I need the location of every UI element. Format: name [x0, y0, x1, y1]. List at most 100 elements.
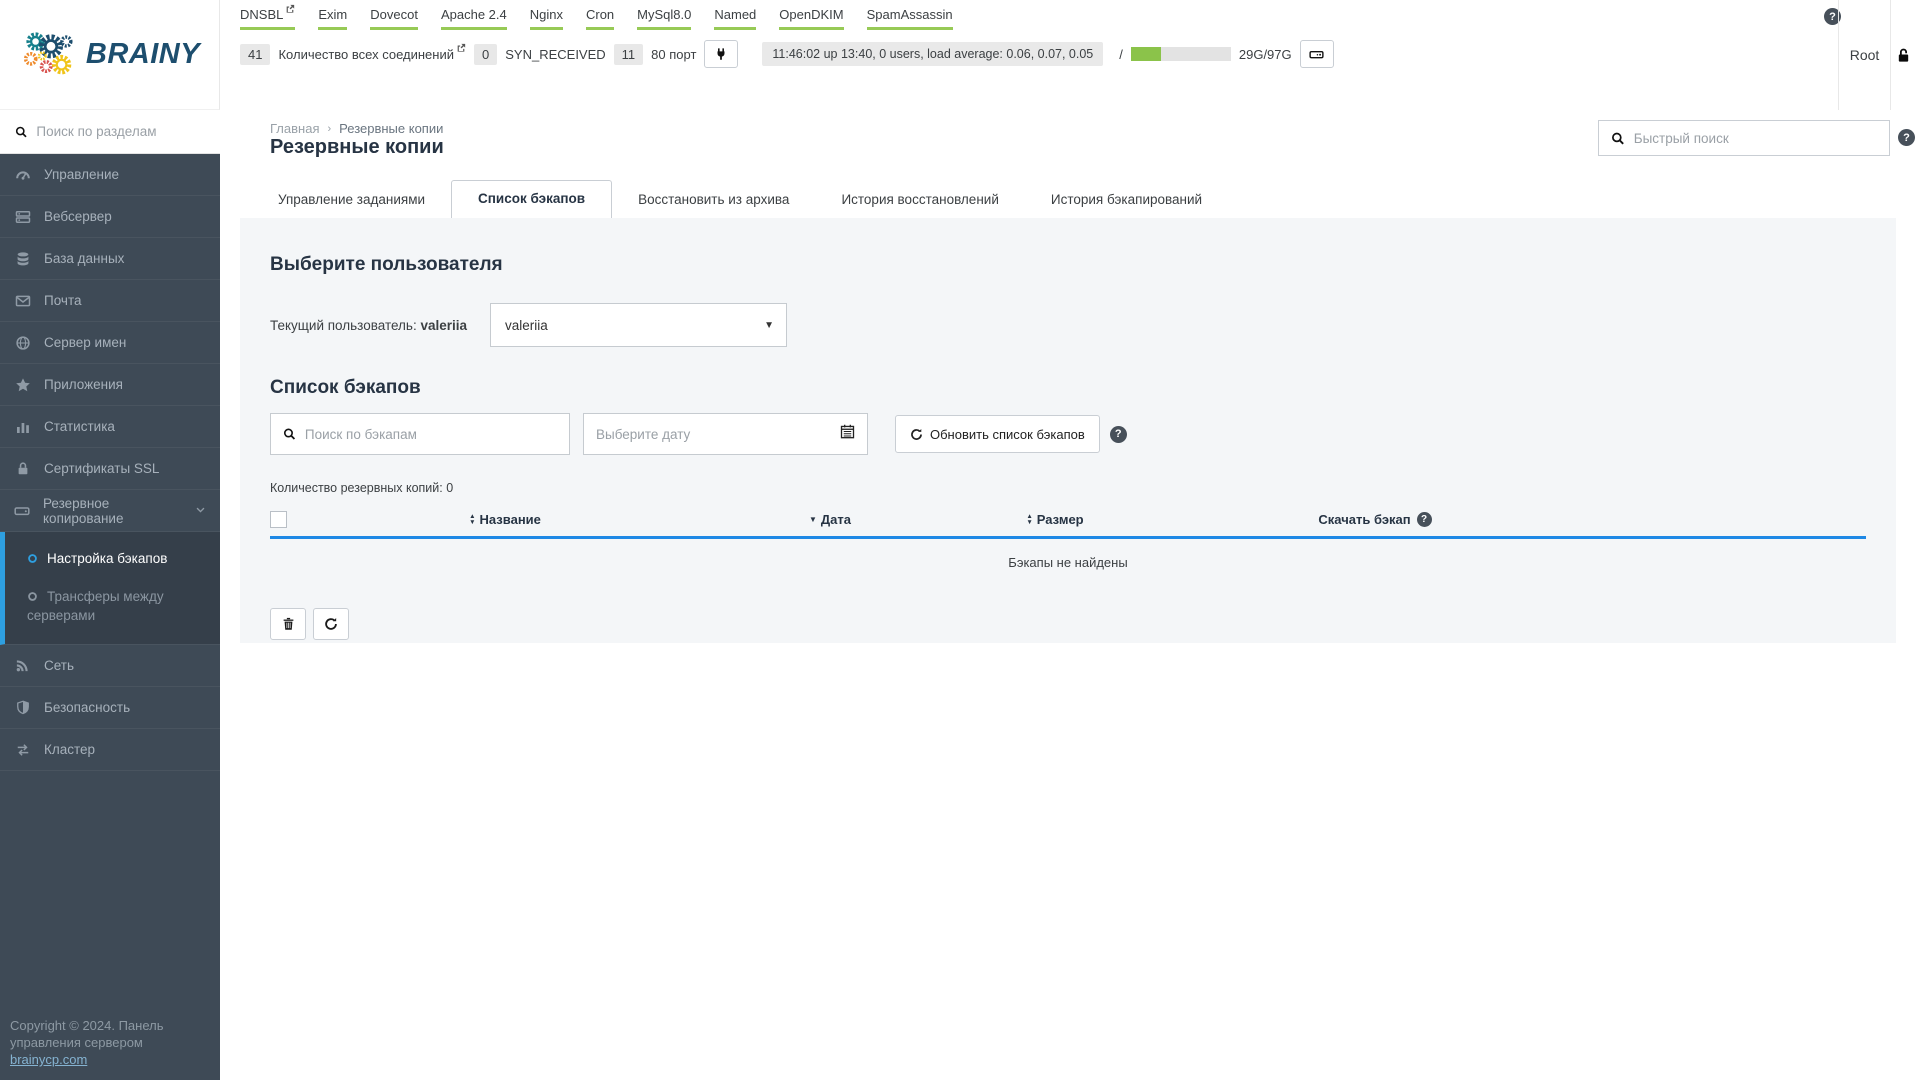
current-user-row: Текущий пользователь: valeriia valeriia … [270, 303, 1866, 347]
select-user-heading: Выберите пользователя [270, 254, 1866, 276]
syn-label: SYN_RECEIVED [505, 47, 605, 62]
circle-bullet-icon [27, 551, 38, 569]
sidebar-footer: Copyright © 2024. Панель управления серв… [10, 1017, 210, 1068]
column-header-name[interactable]: ▲▼ Название [310, 512, 700, 527]
sort-icon: ▲▼ [469, 514, 475, 525]
uptime-status: 11:46:02 up 13:40, 0 users, load average… [762, 42, 1103, 66]
sidebar-item-webserver[interactable]: Вебсервер [0, 196, 220, 238]
service-link-cron[interactable]: Cron [586, 7, 614, 30]
refresh-help-icon[interactable]: ? [1110, 426, 1127, 443]
quick-search-input[interactable] [1634, 131, 1877, 146]
brainycp-link[interactable]: brainycp.com [10, 1052, 87, 1067]
syn-count-badge: 0 [474, 44, 497, 65]
service-link-named[interactable]: Named [714, 7, 756, 30]
connections-plug-button[interactable] [704, 40, 738, 68]
top-header: BRAINY DNSBL Exim Dovecot Apache 2.4 Ngi… [0, 0, 1920, 110]
breadcrumb-separator: › [327, 123, 331, 135]
port-count-badge: 11 [614, 44, 644, 65]
logout-lock-button[interactable] [1896, 47, 1911, 68]
sidebar-item-management[interactable]: Управление [0, 154, 220, 196]
tab-restore-history[interactable]: История восстановлений [815, 183, 1024, 218]
tab-task-management[interactable]: Управление заданиями [252, 183, 451, 218]
sidebar-item-applications[interactable]: Приложения [0, 364, 220, 406]
backup-filter-row: Обновить список бэкапов ? [270, 413, 1866, 455]
service-link-nginx[interactable]: Nginx [530, 7, 563, 30]
connections-label[interactable]: Количество всех соединений [278, 47, 466, 62]
user-menu[interactable]: Root [1839, 0, 1890, 110]
logo[interactable]: BRAINY [0, 0, 220, 110]
tachometer-icon [14, 167, 31, 183]
column-header-size[interactable]: ▲▼ Размер [960, 512, 1150, 527]
empty-table-message: Бэкапы не найдены [270, 539, 1866, 584]
brainycp-app: BRAINY DNSBL Exim Dovecot Apache 2.4 Ngi… [0, 0, 1920, 1080]
backup-list-heading: Список бэкапов [270, 377, 1866, 399]
reload-table-button[interactable] [313, 608, 349, 640]
column-header-date[interactable]: ▼ Дата [700, 512, 960, 527]
rss-icon [14, 658, 31, 673]
tab-backup-list[interactable]: Список бэкапов [451, 180, 612, 218]
quick-search-help-icon[interactable]: ? [1898, 129, 1915, 146]
chart-bar-icon [14, 419, 31, 435]
select-all-checkbox[interactable] [270, 511, 287, 528]
lock-icon [1896, 47, 1911, 63]
caret-down-icon: ▼ [764, 320, 774, 331]
service-link-dovecot[interactable]: Dovecot [370, 7, 418, 30]
trash-icon [282, 617, 295, 631]
tab-backup-history[interactable]: История бэкапирований [1025, 183, 1228, 218]
sidebar-subitem-server-transfers[interactable]: Трансферы между серверами [5, 578, 220, 634]
envelope-icon [14, 293, 31, 309]
service-link-dnsbl[interactable]: DNSBL [240, 7, 295, 30]
search-icon [283, 427, 296, 441]
service-link-mysql[interactable]: MySql8.0 [637, 7, 691, 30]
globe-icon [14, 335, 31, 351]
server-icon [14, 209, 31, 225]
sidebar-item-database[interactable]: База данных [0, 238, 220, 280]
header-divider [1890, 0, 1891, 110]
exchange-arrows-icon [14, 743, 31, 757]
services-nav: DNSBL Exim Dovecot Apache 2.4 Nginx Cron… [240, 7, 953, 30]
sidebar-item-network[interactable]: Сеть [0, 645, 220, 687]
disk-usage-label: 29G/97G [1239, 47, 1292, 62]
sidebar-search [0, 110, 220, 154]
external-link-icon [456, 43, 466, 53]
shield-icon [14, 700, 31, 715]
disk-info-button[interactable] [1300, 40, 1334, 68]
backup-search-box [270, 413, 570, 455]
delete-selected-button[interactable] [270, 608, 306, 640]
service-link-exim[interactable]: Exim [318, 7, 347, 30]
port-label: 80 порт [651, 47, 696, 62]
search-icon [15, 125, 27, 139]
sort-desc-icon: ▼ [809, 515, 817, 524]
circle-bullet-icon [27, 589, 38, 607]
service-link-apache[interactable]: Apache 2.4 [441, 7, 507, 30]
backup-submenu: Настройка бэкапов Трансферы между сервер… [0, 532, 220, 645]
breadcrumb-home[interactable]: Главная [270, 121, 319, 136]
breadcrumb: Главная › Резервные копии [270, 121, 443, 136]
sidebar-item-mail[interactable]: Почта [0, 280, 220, 322]
sidebar-search-input[interactable] [36, 124, 205, 139]
service-link-spamassassin[interactable]: SpamAssassin [867, 7, 953, 30]
backup-date-input[interactable] [596, 427, 831, 442]
sidebar-subitem-backup-settings[interactable]: Настройка бэкапов [5, 540, 220, 578]
star-icon [14, 377, 31, 393]
refresh-icon [324, 617, 338, 631]
sidebar: Управление Вебсервер База данных Почта [0, 110, 220, 1080]
sidebar-item-statistics[interactable]: Статистика [0, 406, 220, 448]
quick-search [1598, 120, 1890, 156]
external-link-icon [285, 4, 295, 14]
sidebar-item-ssl[interactable]: Сертификаты SSL [0, 448, 220, 490]
sidebar-item-backup[interactable]: Резервное копирование [0, 490, 220, 532]
backup-date-box [583, 413, 868, 455]
calendar-icon[interactable] [840, 424, 855, 444]
backup-table-header: ▲▼ Название ▼ Дата ▲▼ Размер Скачать бэк… [270, 503, 1866, 539]
sidebar-item-cluster[interactable]: Кластер [0, 729, 220, 771]
sidebar-item-nameserver[interactable]: Сервер имен [0, 322, 220, 364]
backup-search-input[interactable] [305, 427, 557, 442]
download-help-icon[interactable]: ? [1417, 512, 1432, 527]
tab-restore-from-archive[interactable]: Восстановить из архива [612, 183, 815, 218]
refresh-backup-list-button[interactable]: Обновить список бэкапов [895, 415, 1100, 453]
service-link-opendkim[interactable]: OpenDKIM [779, 7, 843, 30]
user-select[interactable]: valeriia ▼ [490, 303, 787, 347]
lock-icon [14, 461, 31, 476]
sidebar-item-security[interactable]: Безопасность [0, 687, 220, 729]
